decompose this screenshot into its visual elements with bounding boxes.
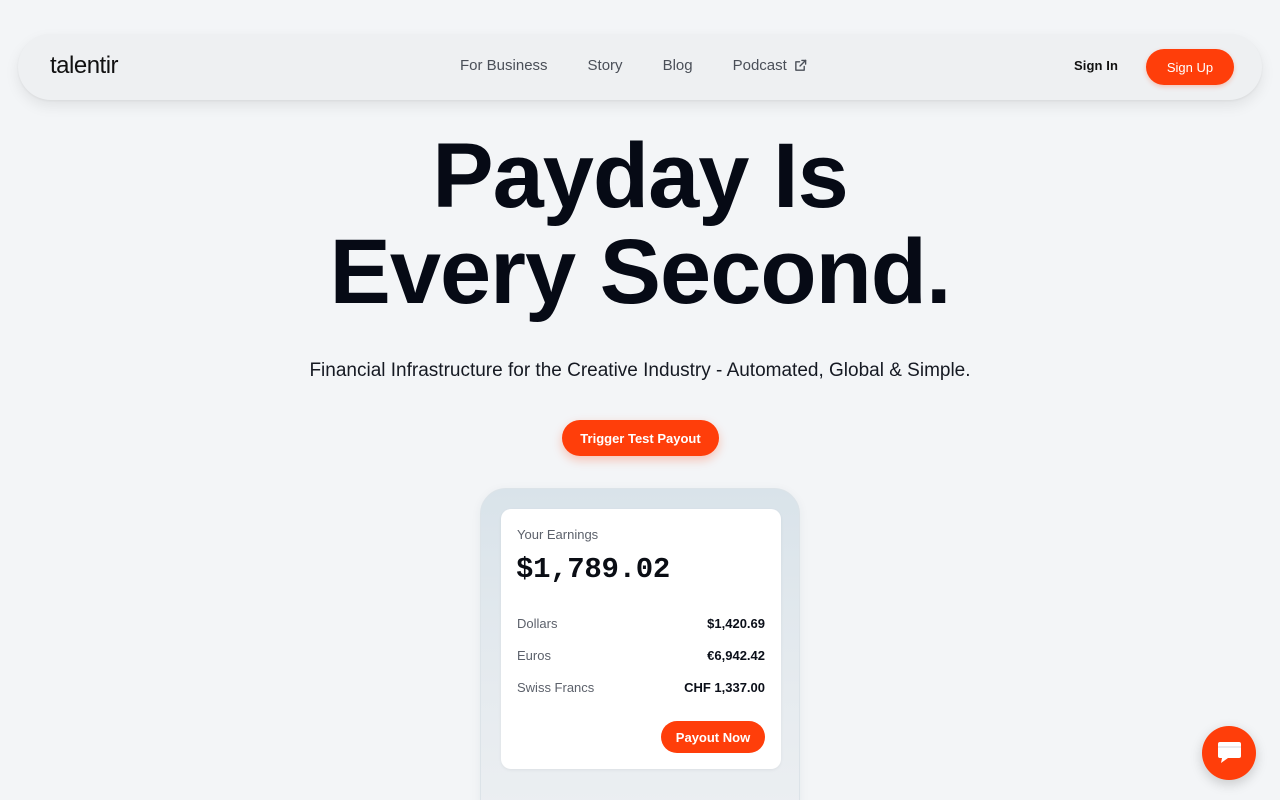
earnings-total: $1,789.02 bbox=[516, 553, 670, 586]
nav-link-for-business[interactable]: For Business bbox=[460, 57, 548, 74]
primary-nav: For Business Story Blog Podcast bbox=[460, 57, 807, 74]
earnings-card: Your Earnings $1,789.02 Dollars $1,420.6… bbox=[501, 509, 781, 769]
phone-mockup: Your Earnings $1,789.02 Dollars $1,420.6… bbox=[480, 488, 800, 800]
currency-name: Euros bbox=[517, 647, 551, 663]
currency-value: CHF 1,337.00 bbox=[684, 679, 765, 695]
external-link-icon bbox=[794, 59, 807, 71]
hero-headline-line-1: Payday Is bbox=[432, 125, 849, 227]
sign-in-link[interactable]: Sign In bbox=[1074, 58, 1118, 73]
currency-value: €6,942.42 bbox=[707, 647, 765, 663]
currency-row-euros: Euros €6,942.42 bbox=[517, 646, 765, 664]
currency-row-dollars: Dollars $1,420.69 bbox=[517, 614, 765, 632]
nav-link-label: Podcast bbox=[732, 57, 787, 74]
chat-widget-button[interactable] bbox=[1202, 726, 1256, 780]
earnings-label: Your Earnings bbox=[517, 527, 599, 542]
nav-link-label: Story bbox=[587, 57, 623, 74]
top-navigation-bar: talentir For Business Story Blog Podcast… bbox=[18, 34, 1262, 100]
hero-headline-line-2: Every Second. bbox=[329, 221, 951, 323]
currency-row-swiss-francs: Swiss Francs CHF 1,337.00 bbox=[517, 678, 765, 696]
currency-value: $1,420.69 bbox=[707, 615, 765, 631]
chat-bubble-icon bbox=[1218, 742, 1241, 763]
talentir-logo[interactable]: talentir bbox=[50, 52, 119, 80]
nav-link-label: For Business bbox=[460, 57, 548, 74]
nav-link-story[interactable]: Story bbox=[588, 57, 623, 74]
nav-link-label: Blog bbox=[662, 57, 693, 74]
hero-headline: Payday Is Every Second. bbox=[0, 128, 1280, 320]
hero-subtitle: Financial Infrastructure for the Creativ… bbox=[309, 360, 971, 381]
payout-now-button[interactable]: Payout Now bbox=[661, 721, 765, 753]
currency-name: Swiss Francs bbox=[517, 679, 595, 695]
trigger-test-payout-button[interactable]: Trigger Test Payout bbox=[562, 420, 719, 456]
nav-link-blog[interactable]: Blog bbox=[663, 57, 693, 74]
nav-link-podcast[interactable]: Podcast bbox=[733, 57, 807, 74]
sign-up-button[interactable]: Sign Up bbox=[1146, 49, 1234, 85]
landing-page: talentir For Business Story Blog Podcast… bbox=[0, 0, 1280, 800]
currency-name: Dollars bbox=[517, 615, 558, 631]
